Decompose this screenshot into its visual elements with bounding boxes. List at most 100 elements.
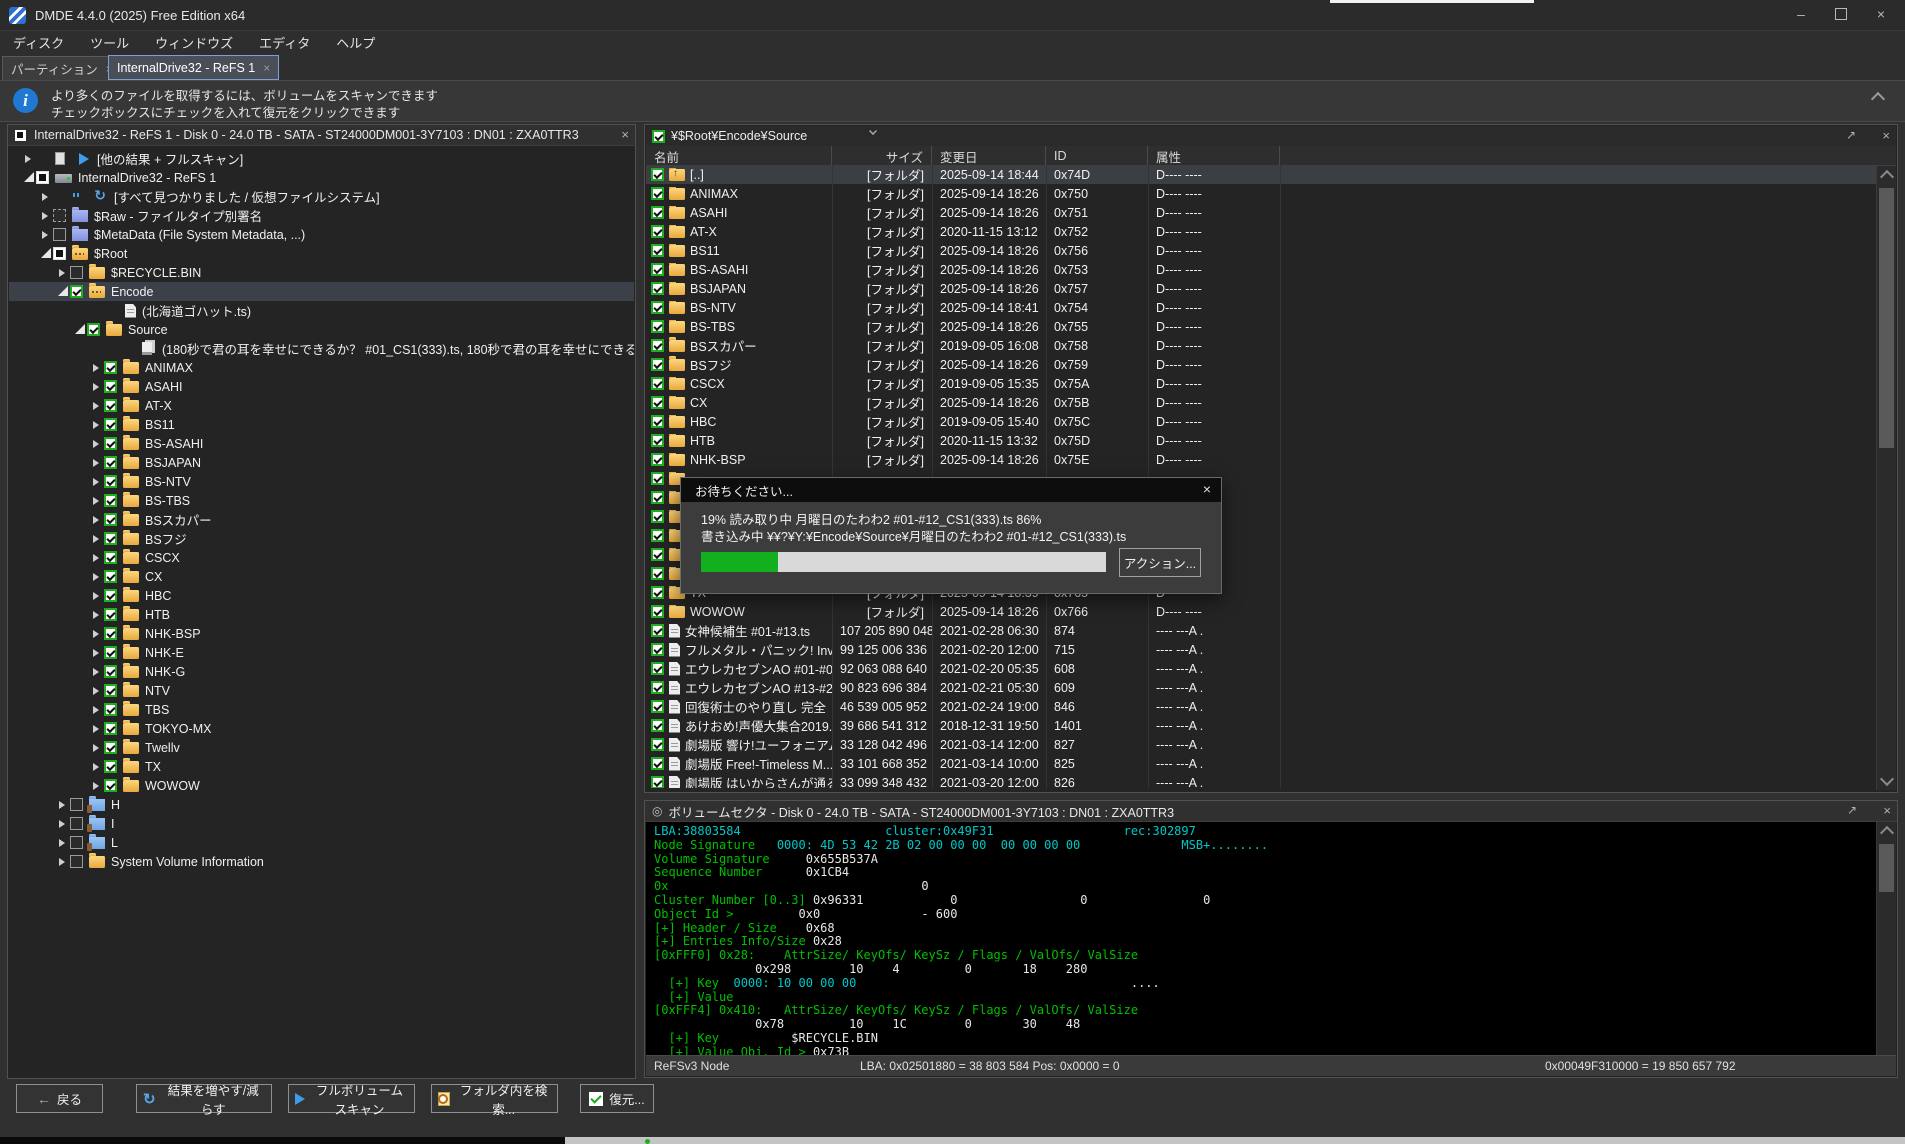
tree-checkbox[interactable] (70, 855, 83, 868)
file-row[interactable]: NHK-BSP[フォルダ]2025-09-14 18:260x75ED---- … (646, 450, 1896, 469)
action-button[interactable]: アクション... (1119, 548, 1201, 577)
file-checkbox[interactable] (651, 700, 664, 713)
tree-item[interactable]: (北海道ゴハット.ts) (9, 301, 634, 320)
file-checkbox[interactable] (651, 358, 664, 371)
file-row[interactable]: 回復術士のやり直し 完全〈...46 539 005 9522021-02-24… (646, 697, 1896, 716)
hex-scrollbar[interactable] (1876, 822, 1896, 1056)
file-checkbox[interactable] (651, 491, 664, 504)
tree-item[interactable]: HTB (9, 605, 634, 624)
file-row[interactable]: あけおめ!声優大集合2019.ts39 686 541 3122018-12-3… (646, 716, 1896, 735)
file-row[interactable]: 劇場版 Free!-Timeless M...33 101 668 352202… (646, 754, 1896, 773)
file-checkbox[interactable] (651, 434, 664, 447)
tree-checkbox[interactable] (104, 760, 117, 773)
tree-panel-close-icon[interactable]: × (621, 127, 629, 142)
close-button[interactable]: × (1861, 0, 1901, 28)
hex-panel-close-icon[interactable]: × (1883, 803, 1891, 818)
tree-item[interactable]: InternalDrive32 - ReFS 1 (9, 168, 634, 187)
maximize-button[interactable] (1821, 0, 1861, 28)
collapsed-arrow-icon[interactable] (87, 757, 104, 776)
collapsed-arrow-icon[interactable] (87, 681, 104, 700)
column-header-id[interactable]: ID (1046, 146, 1148, 166)
file-checkbox[interactable] (651, 757, 664, 770)
collapsed-arrow-icon[interactable] (87, 624, 104, 643)
collapsed-arrow-icon[interactable] (36, 206, 53, 225)
file-checkbox[interactable] (651, 776, 664, 788)
expanded-arrow-icon[interactable] (53, 282, 70, 301)
tree-item[interactable]: BSフジ (9, 529, 634, 548)
file-checkbox[interactable] (651, 510, 664, 523)
tree-checkbox[interactable] (104, 513, 117, 526)
tree-item[interactable]: TX (9, 757, 634, 776)
file-checkbox[interactable] (651, 548, 664, 561)
file-checkbox[interactable] (651, 168, 664, 181)
collapsed-arrow-icon[interactable] (87, 719, 104, 738)
file-checkbox[interactable] (651, 453, 664, 466)
file-checkbox[interactable] (651, 377, 664, 390)
tree-item[interactable]: Source (9, 320, 634, 339)
hex-view[interactable]: LBA:38803584 cluster:0x49F31 rec:302897N… (646, 822, 1896, 1056)
file-row[interactable]: BS11[フォルダ]2025-09-14 18:260x756D---- ---… (646, 241, 1896, 260)
collapsed-arrow-icon[interactable] (53, 263, 70, 282)
tree-checkbox[interactable] (87, 323, 100, 336)
file-checkbox[interactable] (651, 586, 664, 599)
file-row[interactable]: 女神候補生 #01-#13.ts107 205 890 0482021-02-2… (646, 621, 1896, 640)
tree-checkbox[interactable] (104, 551, 117, 564)
menu-item-0[interactable]: ディスク (0, 33, 77, 52)
file-row[interactable]: フルメタル・パニック! Invisib...99 125 006 3362021… (646, 640, 1896, 659)
tree-checkbox[interactable] (104, 646, 117, 659)
file-row[interactable]: HTB[フォルダ]2020-11-15 13:320x75DD---- ---- (646, 431, 1896, 450)
tree-checkbox[interactable] (70, 266, 83, 279)
tree-item[interactable]: H (9, 795, 634, 814)
file-row[interactable]: BSフジ[フォルダ]2025-09-14 18:260x759D---- ---… (646, 355, 1896, 374)
column-header-attr[interactable]: 属性 (1148, 146, 1280, 166)
tree-item[interactable]: CSCX (9, 548, 634, 567)
tree-checkbox[interactable] (104, 589, 117, 602)
collapsed-arrow-icon[interactable] (87, 586, 104, 605)
tab-1[interactable]: InternalDrive32 - ReFS 1× (108, 55, 279, 80)
tree-checkbox[interactable] (104, 779, 117, 792)
collapsed-arrow-icon[interactable] (36, 225, 53, 244)
tree-checkbox[interactable] (104, 703, 117, 716)
file-checkbox[interactable] (651, 415, 664, 428)
menu-item-4[interactable]: ヘルプ (323, 33, 388, 52)
file-checkbox[interactable] (651, 301, 664, 314)
file-list-scrollbar[interactable] (1876, 166, 1896, 790)
expanded-arrow-icon[interactable] (19, 168, 36, 187)
menu-item-1[interactable]: ツール (77, 33, 142, 52)
tree-checkbox[interactable] (53, 228, 66, 241)
scroll-up-icon[interactable] (1880, 170, 1894, 184)
tree-item[interactable]: ↻[すべて見つかりました / 仮想ファイルシステム] (9, 187, 634, 206)
file-checkbox[interactable] (651, 244, 664, 257)
hex-panel-maximize-icon[interactable]: ↗ (1847, 803, 1857, 817)
footer-button-search[interactable]: フォルダ内を検索... (431, 1084, 558, 1113)
dialog-title-bar[interactable]: お待ちください... × (681, 478, 1221, 502)
file-row[interactable]: AT-X[フォルダ]2020-11-15 13:120x752D---- ---… (646, 222, 1896, 241)
collapse-banner-icon[interactable] (1871, 92, 1885, 106)
tree-checkbox[interactable] (104, 494, 117, 507)
tree-checkbox[interactable] (70, 836, 83, 849)
collapsed-arrow-icon[interactable] (53, 795, 70, 814)
file-checkbox[interactable] (651, 738, 664, 751)
tree-item[interactable]: NHK-G (9, 662, 634, 681)
file-row[interactable]: BSスカパー[フォルダ]2019-09-05 16:080x758D---- -… (646, 336, 1896, 355)
collapsed-arrow-icon[interactable] (19, 149, 36, 168)
collapsed-arrow-icon[interactable] (87, 700, 104, 719)
file-checkbox[interactable] (651, 681, 664, 694)
partial-checkbox-icon[interactable] (15, 130, 26, 141)
collapsed-arrow-icon[interactable] (53, 833, 70, 852)
column-header-date[interactable]: 変更日 (932, 146, 1046, 166)
collapsed-arrow-icon[interactable] (87, 605, 104, 624)
tree-checkbox[interactable] (104, 665, 117, 678)
tree-item[interactable]: $Root (9, 244, 634, 263)
tab-0[interactable]: パーティション× (2, 56, 122, 80)
tree-checkbox[interactable] (70, 817, 83, 830)
tree-checkbox[interactable] (104, 456, 117, 469)
file-row[interactable]: WOWOW[フォルダ]2025-09-14 18:260x766D---- --… (646, 602, 1896, 621)
menu-item-3[interactable]: エディタ (246, 33, 323, 52)
file-row[interactable]: エウレカセブンAO #01-#07...92 063 088 6402021-0… (646, 659, 1896, 678)
tree-item[interactable]: NHK-E (9, 643, 634, 662)
tree-item[interactable]: Twellv (9, 738, 634, 757)
tree-checkbox[interactable] (70, 285, 83, 298)
tree-checkbox[interactable] (104, 399, 117, 412)
collapsed-arrow-icon[interactable] (87, 358, 104, 377)
